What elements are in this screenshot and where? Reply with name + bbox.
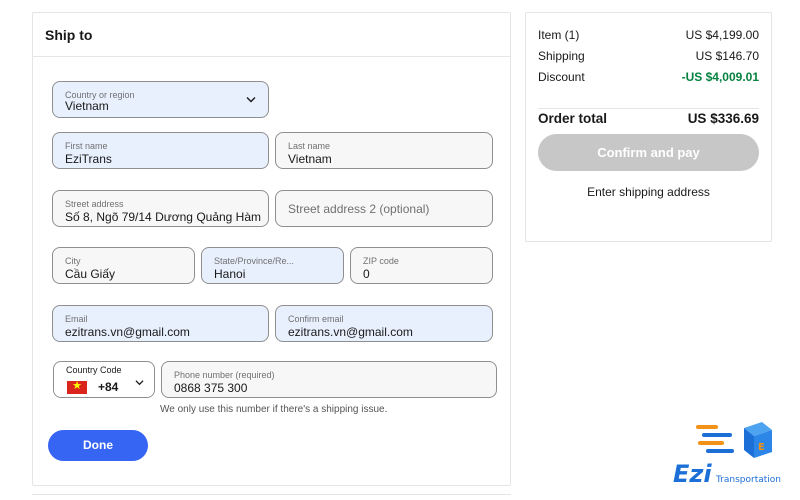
ship-to-title: Ship to (33, 13, 510, 57)
shipping-row: Shipping US $146.70 (538, 49, 759, 63)
item-label: Item (1) (538, 28, 580, 42)
vietnam-flag-icon: ★ (67, 380, 87, 394)
state-value: Hanoi (214, 267, 246, 281)
state-field[interactable]: State/Province/Re... Hanoi (201, 247, 344, 284)
state-label: State/Province/Re... (214, 256, 295, 266)
first-name-value: EziTrans (65, 152, 112, 166)
last-name-field[interactable]: Last name Vietnam (275, 132, 493, 169)
country-code-label: Country Code (66, 365, 122, 375)
last-name-value: Vietnam (288, 152, 332, 166)
order-total-row: Order total US $336.69 (538, 111, 759, 126)
divider (538, 108, 759, 109)
city-field[interactable]: City Cầu Giấy (52, 247, 195, 284)
svg-text:E: E (758, 442, 765, 453)
chevron-down-icon (246, 94, 256, 105)
order-total-label: Order total (538, 111, 608, 126)
zip-label: ZIP code (363, 256, 399, 266)
last-name-label: Last name (288, 141, 331, 151)
phone-field[interactable]: Phone number (required) 0868 375 300 (161, 361, 497, 398)
confirm-email-field[interactable]: Confirm email ezitrans.vn@gmail.com (275, 305, 493, 342)
street-address-field[interactable]: Street address Số 8, Ngõ 79/14 Dương Quả… (52, 190, 269, 227)
enter-shipping-address-text: Enter shipping address (587, 185, 710, 199)
zip-field[interactable]: ZIP code 0 (350, 247, 493, 284)
country-select[interactable]: Country or region Vietnam (52, 81, 269, 118)
logo-tagline: Transportation (715, 475, 781, 485)
country-code-select[interactable]: Country Code ★ +84 (53, 361, 155, 398)
email-value: ezitrans.vn@gmail.com (65, 325, 190, 339)
city-label: City (65, 256, 81, 266)
email-label: Email (65, 314, 88, 324)
logo-brand: Ezi (673, 460, 712, 488)
order-total-value: US $336.69 (687, 111, 759, 126)
item-row: Item (1) US $4,199.00 (538, 28, 759, 42)
discount-label: Discount (538, 70, 585, 84)
confirm-email-label: Confirm email (288, 314, 344, 324)
phone-label: Phone number (required) (174, 370, 275, 380)
discount-value: -US $4,009.01 (681, 70, 759, 84)
country-code-value: +84 (98, 380, 119, 394)
street-address-label: Street address (65, 199, 124, 209)
country-value: Vietnam (65, 99, 109, 113)
street-address-2-field[interactable]: Street address 2 (optional) (275, 190, 493, 227)
phone-value: 0868 375 300 (174, 381, 248, 395)
discount-row: Discount -US $4,009.01 (538, 70, 759, 84)
first-name-field[interactable]: First name EziTrans (52, 132, 269, 169)
street-address-2-placeholder: Street address 2 (optional) (288, 201, 430, 216)
shipping-label: Shipping (538, 49, 585, 63)
first-name-label: First name (65, 141, 108, 151)
order-summary-card: Item (1) US $4,199.00 Shipping US $146.7… (525, 12, 772, 242)
shipping-value: US $146.70 (695, 49, 759, 63)
item-value: US $4,199.00 (685, 28, 759, 42)
divider (32, 494, 511, 495)
ezi-transportation-logo: E Ezi Transportation (672, 420, 787, 490)
street-address-value: Số 8, Ngõ 79/14 Dương Quảng Hàm (65, 210, 262, 224)
email-field[interactable]: Email ezitrans.vn@gmail.com (52, 305, 269, 342)
done-button[interactable]: Done (48, 430, 148, 461)
chevron-down-icon (135, 378, 144, 389)
zip-value: 0 (363, 267, 370, 281)
confirm-and-pay-button[interactable]: Confirm and pay (538, 134, 759, 171)
phone-hint: We only use this number if there's a shi… (160, 404, 388, 415)
confirm-email-value: ezitrans.vn@gmail.com (288, 325, 413, 339)
city-value: Cầu Giấy (65, 267, 116, 281)
